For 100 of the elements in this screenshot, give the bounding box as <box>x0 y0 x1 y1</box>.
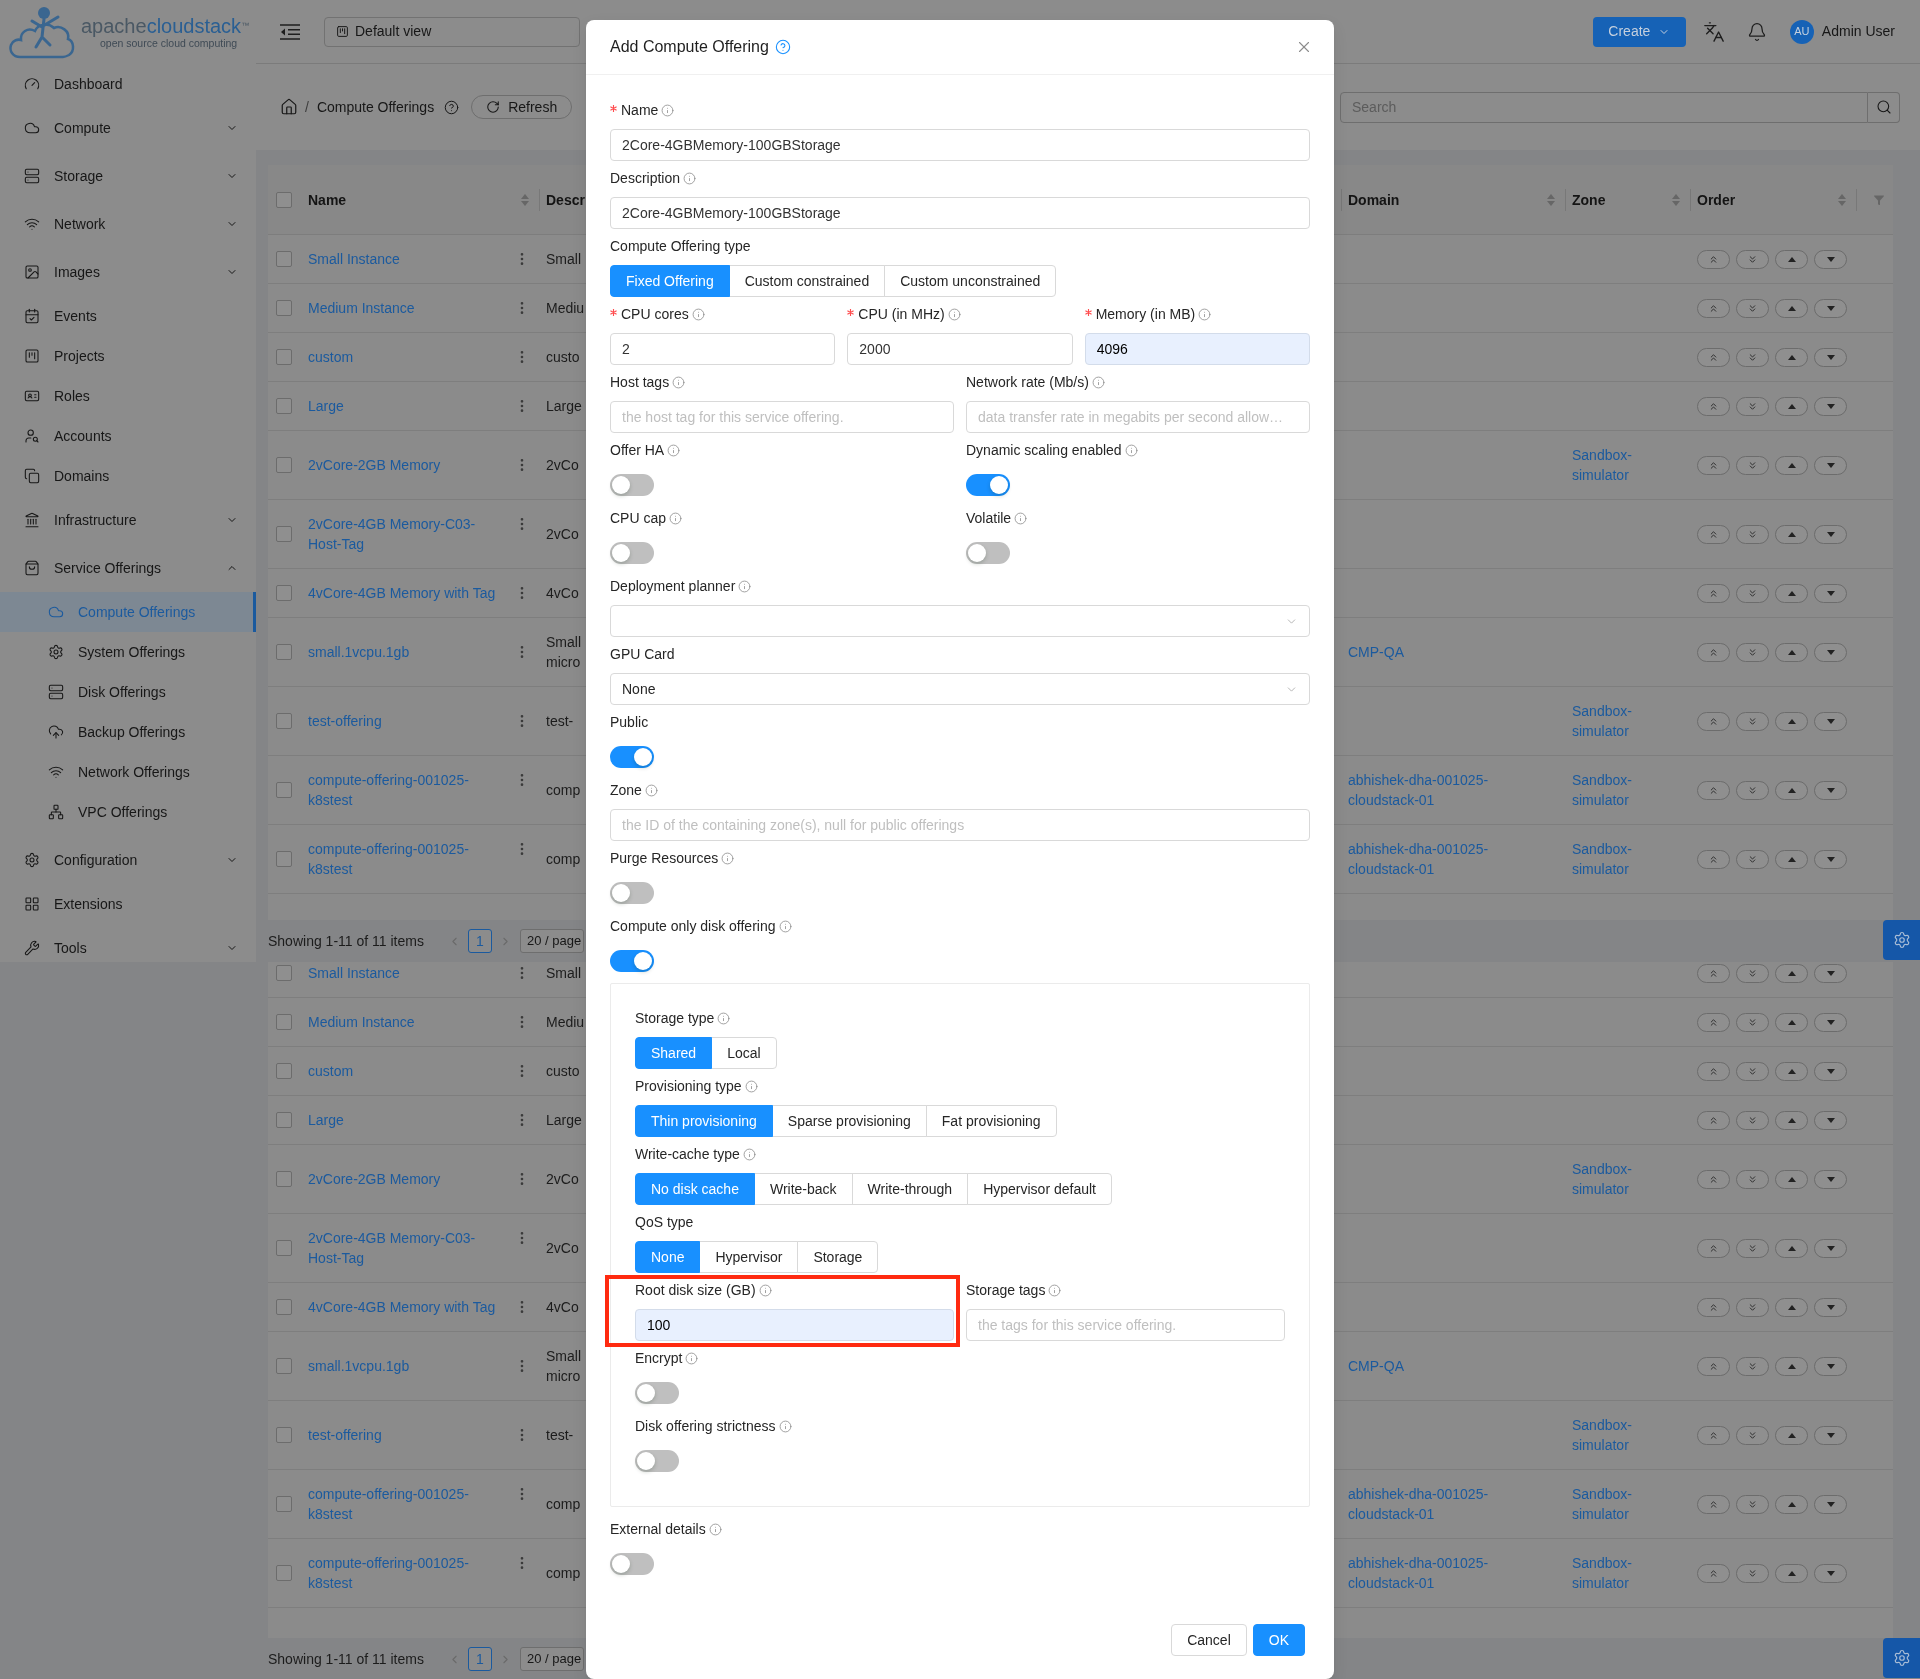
move-down-button[interactable] <box>1814 1425 1847 1445</box>
move-top-button[interactable] <box>1697 1238 1730 1258</box>
offering-name-link[interactable]: custom <box>308 347 354 367</box>
move-bottom-button[interactable] <box>1736 1297 1769 1317</box>
move-up-button[interactable] <box>1775 1425 1808 1445</box>
move-top-button[interactable] <box>1697 396 1730 416</box>
offering-name-link[interactable]: Large <box>308 396 344 416</box>
move-up-button[interactable] <box>1775 396 1808 416</box>
text-field[interactable]: the host tag for this service offering. <box>610 401 954 433</box>
info-icon[interactable] <box>721 851 735 865</box>
radio-option[interactable]: None <box>635 1241 701 1273</box>
sidebar-item[interactable]: Images <box>0 252 256 292</box>
move-bottom-button[interactable] <box>1736 1238 1769 1258</box>
checkbox[interactable] <box>276 1014 292 1030</box>
offering-name-link[interactable]: Medium Instance <box>308 1012 415 1032</box>
move-top-button[interactable] <box>1697 1012 1730 1032</box>
move-down-button[interactable] <box>1814 642 1847 662</box>
sort-icon[interactable] <box>1838 193 1846 206</box>
filter-icon[interactable] <box>1873 193 1885 206</box>
toggle-switch[interactable] <box>610 746 654 768</box>
radio-option[interactable]: Write-through <box>851 1173 969 1205</box>
move-up-button[interactable] <box>1775 1238 1808 1258</box>
info-icon[interactable] <box>685 1351 699 1365</box>
radio-option[interactable]: Write-back <box>753 1173 853 1205</box>
checkbox[interactable] <box>276 1358 292 1374</box>
move-down-button[interactable] <box>1814 249 1847 269</box>
sidebar-item[interactable]: Network Offerings <box>0 752 256 792</box>
offering-name-link[interactable]: compute-offering-001025-k8stest <box>308 1484 504 1524</box>
checkbox[interactable] <box>276 1565 292 1581</box>
toggle-switch[interactable] <box>610 882 654 904</box>
info-icon[interactable] <box>683 171 697 185</box>
move-bottom-button[interactable] <box>1736 583 1769 603</box>
sidebar-item[interactable]: Infrastructure <box>0 500 256 540</box>
radio-option[interactable]: No disk cache <box>635 1173 755 1205</box>
move-down-button[interactable] <box>1814 1563 1847 1583</box>
checkbox[interactable] <box>276 1427 292 1443</box>
zone-link[interactable]: Sandbox-simulator <box>1572 770 1672 810</box>
info-icon[interactable] <box>644 783 658 797</box>
sidebar-item[interactable]: Backup Offerings <box>0 712 256 752</box>
move-down-button[interactable] <box>1814 298 1847 318</box>
text-field[interactable]: data transfer rate in megabits per second allow… <box>966 401 1310 433</box>
info-icon[interactable] <box>672 375 686 389</box>
text-field[interactable]: the ID of the containing zone(s), null for public offerings <box>610 809 1310 841</box>
move-top-button[interactable] <box>1697 1169 1730 1189</box>
checkbox[interactable] <box>276 1171 292 1187</box>
move-bottom-button[interactable] <box>1736 1425 1769 1445</box>
checkbox[interactable] <box>276 398 292 414</box>
toggle-switch[interactable] <box>610 542 654 564</box>
move-top-button[interactable] <box>1697 298 1730 318</box>
sidebar-item[interactable]: System Offerings <box>0 632 256 672</box>
settings-button[interactable] <box>1883 920 1920 960</box>
zone-link[interactable]: Sandbox-simulator <box>1572 701 1672 741</box>
sidebar-item[interactable]: Accounts <box>0 416 256 456</box>
move-bottom-button[interactable] <box>1736 455 1769 475</box>
info-icon[interactable] <box>669 511 683 525</box>
create-button[interactable]: Create <box>1592 16 1686 47</box>
move-up-button[interactable] <box>1775 1169 1808 1189</box>
move-top-button[interactable] <box>1697 583 1730 603</box>
offering-name-link[interactable]: 4vCore-4GB Memory with Tag <box>308 1297 496 1317</box>
offering-name-link[interactable]: 2vCore-4GB Memory-C03-Host-Tag <box>308 1228 504 1268</box>
info-icon[interactable] <box>738 579 752 593</box>
move-up-button[interactable] <box>1775 455 1808 475</box>
move-up-button[interactable] <box>1775 780 1808 800</box>
move-bottom-button[interactable] <box>1736 1356 1769 1376</box>
radio-option[interactable]: Storage <box>797 1241 879 1273</box>
checkbox[interactable] <box>276 300 292 316</box>
radio-option[interactable]: Custom unconstrained <box>884 265 1057 297</box>
offering-name-link[interactable]: Large <box>308 1110 344 1130</box>
toggle-switch[interactable] <box>635 1382 679 1404</box>
info-icon[interactable] <box>1091 375 1105 389</box>
move-down-button[interactable] <box>1814 396 1847 416</box>
move-top-button[interactable] <box>1697 1356 1730 1376</box>
sidebar-item[interactable]: Domains <box>0 456 256 496</box>
zone-link[interactable]: Sandbox-simulator <box>1572 1553 1672 1593</box>
text-field[interactable]: the tags for this service offering. <box>966 1309 1285 1341</box>
radio-option[interactable]: Custom constrained <box>728 265 886 297</box>
notification-bell-icon[interactable] <box>1746 21 1767 42</box>
domain-link[interactable]: abhishek-dha-001025-cloudstack-01 <box>1348 770 1538 810</box>
checkbox[interactable] <box>276 782 292 798</box>
offering-name-link[interactable]: small.1vcpu.1gb <box>308 1356 410 1376</box>
move-down-button[interactable] <box>1814 1494 1847 1514</box>
sort-icon[interactable] <box>1547 193 1555 206</box>
sort-icon[interactable] <box>521 193 529 206</box>
zone-link[interactable]: Sandbox-simulator <box>1572 445 1672 485</box>
move-down-button[interactable] <box>1814 1061 1847 1081</box>
radio-option[interactable]: Fixed Offering <box>610 265 730 297</box>
settings-button[interactable] <box>1883 1638 1920 1678</box>
move-up-button[interactable] <box>1775 1356 1808 1376</box>
info-icon[interactable] <box>1014 511 1028 525</box>
move-down-button[interactable] <box>1814 455 1847 475</box>
cancel-button[interactable]: Cancel <box>1171 1624 1247 1656</box>
info-icon[interactable] <box>742 1147 756 1161</box>
info-icon[interactable] <box>661 103 675 117</box>
move-down-button[interactable] <box>1814 1012 1847 1032</box>
move-down-button[interactable] <box>1814 1238 1847 1258</box>
domain-link[interactable]: abhishek-dha-001025-cloudstack-01 <box>1348 839 1538 879</box>
move-up-button[interactable] <box>1775 1061 1808 1081</box>
move-down-button[interactable] <box>1814 1356 1847 1376</box>
zone-link[interactable]: Sandbox-simulator <box>1572 1159 1672 1199</box>
move-up-button[interactable] <box>1775 249 1808 269</box>
